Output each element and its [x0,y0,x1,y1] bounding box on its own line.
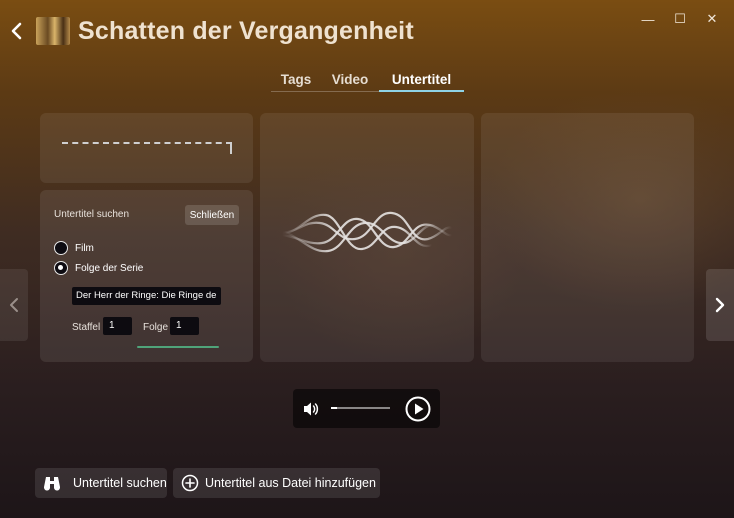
page-title: Schatten der Vergangenheit [78,16,414,45]
season-input[interactable]: 1 [103,317,132,335]
minimize-button[interactable]: — [634,10,662,28]
maximize-button[interactable]: ☐ [666,10,694,28]
audio-preview-card[interactable] [260,113,474,362]
add-subtitle-from-file-button[interactable]: Untertitel aus Datei hinzufügen [173,468,380,498]
play-icon[interactable] [405,396,431,422]
header: Schatten der Vergangenheit [0,14,414,48]
chevron-left-icon [11,22,22,40]
dashed-placeholder-line [62,142,232,154]
volume-slider-fill [331,407,337,409]
tab-tags[interactable]: Tags [271,68,321,91]
radio-label-film: Film [75,242,94,254]
movie-poster-thumbnail [36,17,70,45]
search-progress-indicator [137,346,219,348]
search-subtitles-button[interactable]: Untertitel suchen [35,468,167,498]
chevron-left-icon [10,298,18,312]
next-button[interactable] [706,269,734,341]
tab-bar: Tags Video Untertitel [271,68,464,92]
tab-untertitel[interactable]: Untertitel [379,68,464,92]
episode-input[interactable]: 1 [170,317,199,335]
search-subtitles-label: Untertitel suchen [73,476,167,490]
add-subtitle-label: Untertitel aus Datei hinzufügen [205,476,376,490]
radio-circle-checked[interactable] [54,261,68,275]
plus-circle-icon [181,474,199,492]
back-button[interactable] [2,16,32,46]
volume-slider[interactable] [331,407,390,409]
subtitle-search-panel: Untertitel suchen Schließen Film Folge d… [40,190,253,362]
chevron-right-icon [715,297,725,313]
radio-circle[interactable] [54,241,68,255]
episode-label: Folge [143,322,169,333]
radio-series-episode[interactable]: Folge der Serie [54,261,143,275]
radio-film[interactable]: Film [54,241,94,255]
binoculars-icon [43,477,61,491]
waveform-icon [281,211,453,253]
previous-button[interactable] [0,269,28,341]
search-panel-title: Untertitel suchen [54,209,130,220]
close-search-button[interactable]: Schließen [185,205,239,225]
season-label: Staffel [72,322,101,333]
series-name-input[interactable]: Der Herr der Ringe: Die Ringe de [72,287,221,305]
volume-icon[interactable] [302,401,320,417]
window-controls: — ☐ ✕ [634,10,726,28]
close-window-button[interactable]: ✕ [698,10,726,28]
radio-label-series: Folge der Serie [75,262,144,274]
tab-video[interactable]: Video [321,68,379,91]
video-preview-card[interactable] [481,113,694,362]
audio-player [293,389,440,428]
